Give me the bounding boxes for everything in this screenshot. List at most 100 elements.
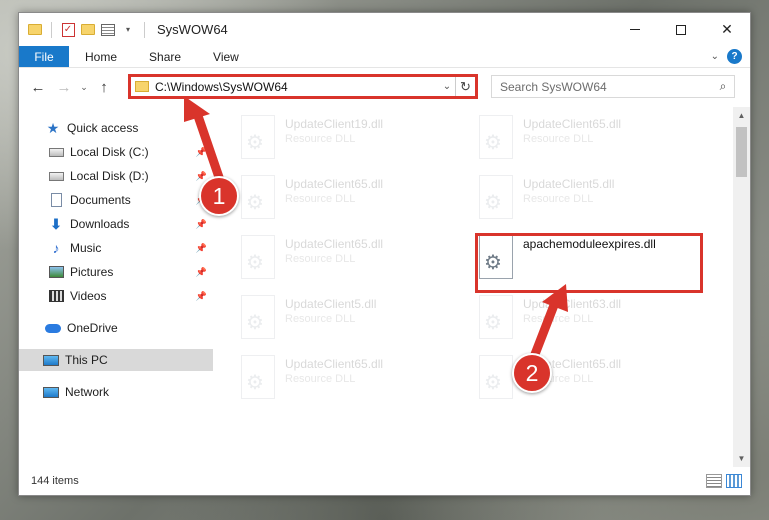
- sidebar-item-label: Downloads: [70, 217, 130, 231]
- file-type: Resource DLL: [523, 133, 594, 145]
- sidebar-item-label: Local Disk (D:): [70, 169, 149, 183]
- sidebar-item-label: Documents: [70, 193, 131, 207]
- documents-icon: [48, 192, 64, 208]
- forward-button[interactable]: →: [51, 74, 77, 100]
- sidebar-item-label: Music: [70, 241, 102, 255]
- navigation-bar: ← → ⌄ ↑ C:\Windows\SysWOW64 ⌄ ↻ Search S…: [19, 68, 750, 106]
- download-icon: ⬇: [50, 215, 62, 232]
- sidebar-item-network[interactable]: Network: [19, 381, 213, 403]
- new-folder-icon[interactable]: [80, 22, 96, 38]
- pin-icon[interactable]: 📌: [196, 147, 207, 158]
- expand-ribbon-icon[interactable]: ⌄: [711, 51, 719, 62]
- scroll-up-icon[interactable]: ▲: [733, 107, 750, 124]
- chevron-down-icon[interactable]: ⌄: [439, 81, 455, 92]
- pin-icon[interactable]: 📌: [196, 219, 207, 230]
- file-type: Resource DLL: [285, 193, 356, 205]
- sidebar-item-downloads[interactable]: ⬇ Downloads 📌: [19, 213, 213, 235]
- sidebar-item-music[interactable]: ♪ Music 📌: [19, 237, 213, 259]
- star-icon: ★: [46, 119, 60, 136]
- minimize-button[interactable]: [612, 13, 658, 46]
- search-input[interactable]: Search SysWOW64: [500, 80, 712, 94]
- properties-check-icon[interactable]: ✓: [60, 22, 76, 38]
- scroll-down-icon[interactable]: ▼: [733, 450, 750, 467]
- tab-home[interactable]: Home: [69, 46, 133, 67]
- close-button[interactable]: ✕: [704, 13, 750, 46]
- up-button[interactable]: ↑: [91, 74, 117, 100]
- sidebar-item-this-pc[interactable]: This PC: [19, 349, 213, 371]
- file-name: UpdateClient65.dll: [285, 177, 384, 191]
- file-name: UpdateClient19.dll: [285, 117, 384, 131]
- file-item[interactable]: ⚙ UpdateClient65.dll Resource DLL: [241, 171, 471, 227]
- disk-icon: [48, 168, 64, 184]
- recent-locations-icon[interactable]: ⌄: [77, 82, 91, 93]
- navigation-pane: ★ Quick access Local Disk (C:) 📌 Local D…: [19, 107, 213, 467]
- scroll-thumb[interactable]: [736, 127, 747, 177]
- file-item[interactable]: ⚙ UpdateClient5.dll Resource DLL: [479, 171, 709, 227]
- file-item[interactable]: ⚙ UpdateClient19.dll Resource DLL: [241, 111, 471, 167]
- dll-file-icon: ⚙: [241, 235, 275, 279]
- videos-icon: [48, 288, 64, 304]
- folder-icon: [135, 81, 149, 92]
- chevron-down-icon[interactable]: ▾: [120, 22, 136, 38]
- sidebar-item-local-disk-d[interactable]: Local Disk (D:) 📌: [19, 165, 213, 187]
- large-icons-view-icon[interactable]: [726, 474, 742, 488]
- search-icon[interactable]: ⌕: [712, 79, 734, 94]
- sidebar-item-onedrive[interactable]: OneDrive: [19, 317, 213, 339]
- tab-file[interactable]: File: [19, 46, 69, 67]
- pin-icon[interactable]: 📌: [196, 243, 207, 254]
- address-text[interactable]: C:\Windows\SysWOW64: [155, 80, 439, 94]
- tab-view[interactable]: View: [197, 46, 255, 67]
- maximize-button[interactable]: [658, 13, 704, 46]
- file-name: UpdateClient5.dll: [523, 177, 615, 191]
- dll-file-icon: ⚙: [241, 295, 275, 339]
- sidebar-item-label: Local Disk (C:): [70, 145, 149, 159]
- tab-share[interactable]: Share: [133, 46, 197, 67]
- dll-file-icon: ⚙: [479, 355, 513, 399]
- step-1-badge: 1: [199, 176, 239, 216]
- file-item[interactable]: ⚙ UpdateClient65.dll Resource DLL: [241, 351, 471, 407]
- refresh-icon[interactable]: ↻: [455, 77, 475, 96]
- file-item[interactable]: ⚙ UpdateClient65.dll Resource DLL: [479, 111, 709, 167]
- maximize-icon: [676, 24, 686, 35]
- sidebar-item-pictures[interactable]: Pictures 📌: [19, 261, 213, 283]
- title-bar: ✓ ▾ SysWOW64 ✕: [19, 13, 750, 46]
- toolbar-divider: [51, 21, 52, 38]
- file-name: UpdateClient65.dll: [523, 117, 622, 131]
- sidebar-item-documents[interactable]: Documents 📌: [19, 189, 213, 211]
- close-icon: ✕: [721, 21, 733, 37]
- sidebar-item-quick-access[interactable]: ★ Quick access: [19, 117, 213, 139]
- pin-icon[interactable]: 📌: [196, 267, 207, 278]
- sidebar-item-local-disk-c[interactable]: Local Disk (C:) 📌: [19, 141, 213, 163]
- dll-file-icon: ⚙: [241, 355, 275, 399]
- ribbon-right-controls: ⌄ ?: [711, 49, 742, 64]
- folder-icon[interactable]: [27, 22, 43, 38]
- sidebar-item-label: Videos: [70, 289, 107, 303]
- main-content: ★ Quick access Local Disk (C:) 📌 Local D…: [19, 107, 750, 467]
- sidebar-item-label: Network: [65, 385, 110, 399]
- music-icon: ♪: [52, 240, 60, 256]
- sidebar-item-videos[interactable]: Videos 📌: [19, 285, 213, 307]
- dll-file-icon: ⚙: [241, 175, 275, 219]
- address-bar[interactable]: C:\Windows\SysWOW64 ⌄ ↻: [128, 74, 478, 99]
- customize-toolbar-icon[interactable]: [100, 22, 116, 38]
- vertical-scrollbar[interactable]: ▲ ▼: [733, 107, 750, 467]
- item-count: 144 items: [31, 475, 79, 487]
- file-item[interactable]: ⚙ UpdateClient65.dll Resource DLL: [241, 231, 471, 287]
- sidebar-item-label: Quick access: [67, 121, 139, 135]
- back-button[interactable]: ←: [25, 74, 51, 100]
- file-item[interactable]: ⚙ UpdateClient5.dll Resource DLL: [241, 291, 471, 347]
- dll-file-icon: ⚙: [479, 175, 513, 219]
- search-box[interactable]: Search SysWOW64 ⌕: [491, 75, 735, 98]
- computer-icon: [43, 352, 59, 368]
- file-name: UpdateClient65.dll: [285, 237, 384, 251]
- help-icon[interactable]: ?: [727, 49, 742, 64]
- details-view-icon[interactable]: [706, 474, 722, 488]
- window-title: SysWOW64: [157, 22, 228, 37]
- cloud-icon: [45, 320, 61, 336]
- highlight-box: [475, 233, 703, 293]
- pin-icon[interactable]: 📌: [196, 291, 207, 302]
- file-type: Resource DLL: [285, 253, 356, 265]
- sidebar-item-label: Pictures: [70, 265, 114, 279]
- window-controls: ✕: [612, 13, 750, 46]
- file-item[interactable]: ⚙ UpdateClient63.dll Resource DLL: [479, 291, 709, 347]
